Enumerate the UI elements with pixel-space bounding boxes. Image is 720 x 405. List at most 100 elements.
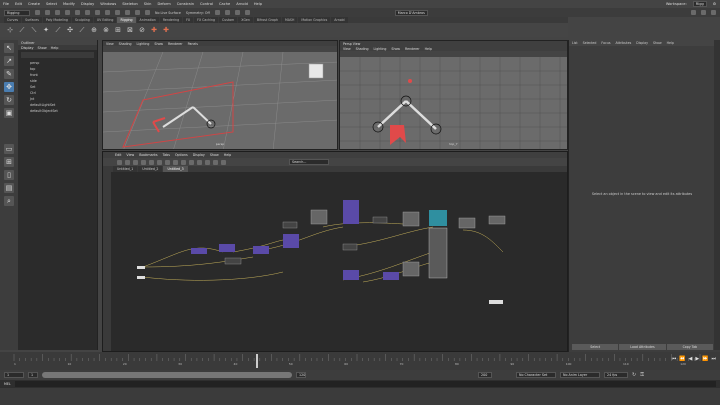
search-icon[interactable]: ⌕ <box>4 196 14 206</box>
delete-history-icon[interactable]: ✚ <box>162 26 170 34</box>
character-set-dropdown[interactable]: No Character Set <box>516 372 556 378</box>
point-constraint-icon[interactable]: ⊕ <box>90 26 98 34</box>
ne-menu-tabs[interactable]: Tabs <box>163 153 170 157</box>
range-slider[interactable] <box>42 372 292 378</box>
ae-menu-focus[interactable]: Focus <box>601 41 610 45</box>
menu-help[interactable]: Help <box>254 2 262 6</box>
select-button[interactable]: Select <box>572 344 619 350</box>
snap-point-icon[interactable] <box>135 10 140 15</box>
graph-outputs-icon[interactable] <box>133 159 138 165</box>
menuset-dropdown[interactable]: Rigging <box>4 9 30 16</box>
vp-left-menu-panels[interactable]: Panels <box>188 42 198 46</box>
select-hierarchy-icon[interactable] <box>85 10 90 15</box>
frame-all-icon[interactable] <box>165 159 170 165</box>
node-l[interactable] <box>383 272 399 280</box>
input-node-1[interactable] <box>137 266 145 269</box>
menu-deform[interactable]: Deform <box>157 2 170 6</box>
frame-selected-icon[interactable] <box>173 159 178 165</box>
menu-skin[interactable]: Skin <box>144 2 152 6</box>
ne-menu-bookmarks[interactable]: Bookmarks <box>139 153 157 157</box>
outliner-search-input[interactable] <box>21 52 94 58</box>
remove-selected-icon[interactable] <box>157 159 162 165</box>
vp-left-menu-shading[interactable]: Shading <box>119 42 132 46</box>
aim-constraint-icon[interactable]: ⊠ <box>126 26 134 34</box>
ik-spline-icon[interactable]: ⟍ <box>30 26 38 34</box>
play-forward-icon[interactable]: ▶ <box>695 356 699 362</box>
ae-menu-show[interactable]: Show <box>653 41 662 45</box>
node-k[interactable] <box>372 216 388 224</box>
range-end-field[interactable]: 120 <box>296 372 306 378</box>
menu-control[interactable]: Control <box>200 2 213 6</box>
vp-right-menu-renderer[interactable]: Renderer <box>405 47 420 51</box>
pole-vector-icon[interactable]: ⊘ <box>138 26 146 34</box>
scale-tool-icon[interactable]: ▣ <box>4 108 14 118</box>
node-h[interactable] <box>343 200 359 224</box>
hypershade-icon[interactable] <box>244 10 250 15</box>
grid-toggle-icon[interactable] <box>205 159 210 165</box>
vp-right-menu-shading[interactable]: Shading <box>356 47 369 51</box>
ae-menu-display[interactable]: Display <box>636 41 648 45</box>
node-a[interactable] <box>191 248 207 254</box>
four-pane-layout-icon[interactable]: ⊞ <box>4 157 14 167</box>
vp-left-menu-show[interactable]: Show <box>154 42 163 46</box>
outliner-menu-display[interactable]: Display <box>21 46 34 50</box>
step-back-icon[interactable]: ⏪ <box>679 356 685 362</box>
select-tool-icon[interactable]: ↖ <box>4 43 14 53</box>
new-scene-icon[interactable] <box>35 10 40 15</box>
snap-curve-icon[interactable] <box>125 10 130 15</box>
render-settings-icon[interactable] <box>234 10 240 15</box>
menu-display[interactable]: Display <box>81 2 94 6</box>
snap-grid-ne-icon[interactable] <box>213 159 218 165</box>
menu-windows[interactable]: Windows <box>100 2 116 6</box>
node-d[interactable] <box>253 246 269 254</box>
parent-constraint-icon[interactable]: ⊞ <box>114 26 122 34</box>
vp-right-menu-show[interactable]: Show <box>391 47 400 51</box>
outliner-layout-icon[interactable]: ▤ <box>4 183 14 193</box>
outliner-item-default-object-set[interactable]: defaultObjectSet <box>18 108 97 114</box>
menu-skeleton[interactable]: Skeleton <box>122 2 138 6</box>
lattice-icon[interactable]: ⟋ <box>78 26 86 34</box>
menu-cache[interactable]: Cache <box>219 2 230 6</box>
range-start-field[interactable]: 1 <box>28 372 38 378</box>
node-r[interactable] <box>488 215 506 225</box>
select-object-icon[interactable] <box>95 10 100 15</box>
vp-right-menu-help[interactable]: Help <box>425 47 432 51</box>
node-o[interactable] <box>429 210 447 226</box>
settings-icon[interactable]: ⚙ <box>713 2 716 6</box>
ipr-render-icon[interactable] <box>224 10 230 15</box>
ne-menu-options[interactable]: Options <box>175 153 188 157</box>
menu-constrain[interactable]: Constrain <box>177 2 194 6</box>
ae-menu-help[interactable]: Help <box>667 41 674 45</box>
menu-edit[interactable]: Edit <box>15 2 22 6</box>
ae-menu-selected[interactable]: Selected <box>583 41 597 45</box>
command-input[interactable] <box>14 381 716 387</box>
menu-file[interactable]: File <box>3 2 9 6</box>
play-back-icon[interactable]: ◀ <box>689 356 693 362</box>
vp-left-menu-view[interactable]: View <box>106 42 114 46</box>
ae-menu-list[interactable]: List <box>572 41 578 45</box>
redo-icon[interactable] <box>75 10 80 15</box>
copy-tab-button[interactable]: Copy Tab <box>666 344 713 350</box>
open-scene-icon[interactable] <box>45 10 50 15</box>
live-surface-label[interactable]: No Live Surface <box>155 11 181 15</box>
fps-dropdown[interactable]: 24 fps <box>604 372 628 378</box>
node-s[interactable] <box>489 300 503 304</box>
freeze-transform-icon[interactable]: ✚ <box>150 26 158 34</box>
cluster-icon[interactable]: ✣ <box>66 26 74 34</box>
paint-weights-icon[interactable]: ⟋ <box>54 26 62 34</box>
sign-in-dropdown[interactable]: Marco D'Ambros <box>394 9 428 16</box>
layout-icon[interactable] <box>221 159 226 165</box>
node-q[interactable] <box>458 217 476 229</box>
ik-handle-icon[interactable]: ⟋ <box>18 26 26 34</box>
side-by-side-layout-icon[interactable]: ▯ <box>4 170 14 180</box>
node-m[interactable] <box>402 211 420 227</box>
orient-constraint-icon[interactable]: ⊗ <box>102 26 110 34</box>
vp-left-menu-renderer[interactable]: Renderer <box>168 42 183 46</box>
toggle-channel-box-icon[interactable] <box>711 10 716 15</box>
go-to-start-icon[interactable]: ⏮ <box>672 356 677 362</box>
ne-menu-display[interactable]: Display <box>193 153 205 157</box>
node-b[interactable] <box>219 244 235 252</box>
move-tool-icon[interactable]: ✥ <box>4 82 14 92</box>
toggle-attribute-editor-icon[interactable] <box>701 10 706 15</box>
ne-menu-edit[interactable]: Edit <box>115 153 121 157</box>
